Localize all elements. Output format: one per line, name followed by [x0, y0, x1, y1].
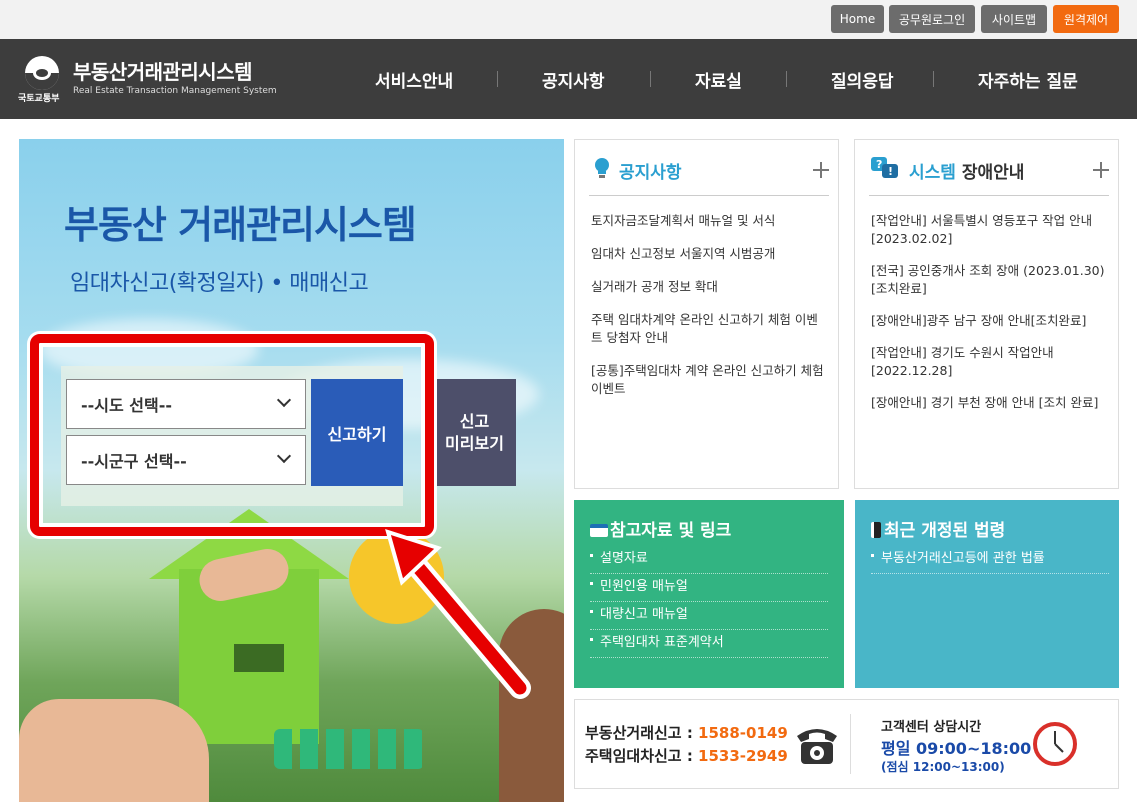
svg-text:?: ?	[876, 158, 882, 171]
site-logo-title[interactable]: 부동산거래관리시스템	[73, 56, 253, 85]
references-list: 설명자료 민원인용 매뉴얼 대량신고 매뉴얼 주택임대차 표준계약서	[590, 546, 828, 658]
house-window-illustration	[234, 644, 284, 672]
hours-lunch: (점심 12:00~13:00)	[881, 760, 1005, 774]
outage-title-blue: 시스템	[909, 163, 956, 183]
nav-separator	[933, 71, 934, 87]
nav-separator	[786, 71, 787, 87]
contact-panel: 부동산거래신고 : 1588-0149 주택임대차신고 : 1533-2949 …	[574, 699, 1119, 789]
reference-link[interactable]: 주택임대차 표준계약서	[590, 630, 828, 658]
paper-people-chain-illustration	[274, 729, 424, 769]
plus-icon[interactable]	[813, 162, 829, 178]
hero-subtitle: 임대차신고(확정일자) • 매매신고	[70, 271, 369, 296]
notice-item[interactable]: 실거래가 공개 정보 확대	[591, 278, 829, 296]
hero-title: 부동산 거래관리시스템	[64, 203, 417, 247]
nav-faq[interactable]: 자주하는 질문	[978, 67, 1078, 92]
nav-resources[interactable]: 자료실	[695, 67, 742, 92]
preview-label-line1: 신고	[459, 411, 490, 431]
notice-item[interactable]: [공통]주택임대차 계약 온라인 신고하기 체험 이벤트	[591, 362, 829, 398]
nav-notices[interactable]: 공지사항	[542, 67, 605, 92]
revised-laws-box: 최근 개정된 법령 부동산거래신고등에 관한 법률	[855, 500, 1119, 688]
nav-separator	[650, 71, 651, 87]
contact-divider	[850, 714, 851, 774]
outage-list: [작업안내] 서울특별시 영등포구 작업 안내 [2023.02.02] [전국…	[871, 212, 1109, 426]
outage-title-dark: 장애안내	[961, 163, 1025, 183]
remote-control-button[interactable]: 원격제어	[1053, 5, 1119, 33]
card-icon	[590, 524, 608, 537]
outage-panel-header: ? ! 시스템 장애안내	[869, 140, 1109, 196]
hours-weekday: 평일 09:00~18:00	[881, 739, 1032, 758]
official-login-button[interactable]: 공무원로그인	[889, 5, 975, 33]
preview-label-line2: 미리보기	[445, 433, 504, 453]
nav-service-info[interactable]: 서비스안내	[375, 67, 453, 92]
transaction-phone-number[interactable]: 1588-0149	[698, 724, 788, 742]
outage-panel-title[interactable]: 시스템 장애안내	[909, 158, 1024, 183]
notice-item[interactable]: 주택 임대차계약 온라인 신고하기 체험 이벤트 당첨자 안내	[591, 311, 829, 347]
red-arrow-annotation	[385, 528, 531, 699]
notice-panel: 공지사항 토지자금조달계획서 매뉴얼 및 서식 임대차 신고정보 서울지역 시범…	[574, 139, 839, 489]
outage-item[interactable]: [작업안내] 경기도 수원시 작업안내 [2022.12.28]	[871, 344, 1109, 380]
contact-line-transaction: 부동산거래신고 : 1588-0149	[585, 724, 788, 742]
notice-item[interactable]: 토지자금조달계획서 매뉴얼 및 서식	[591, 212, 829, 230]
references-title: 참고자료 및 링크	[590, 516, 731, 541]
sitemap-button[interactable]: 사이트맵	[981, 5, 1047, 33]
outage-item[interactable]: [전국] 공인중개사 조회 장애 (2023.01.30)[조치완료]	[871, 262, 1109, 298]
laws-title: 최근 개정된 법령	[871, 516, 1005, 541]
site-logo-subtitle: Real Estate Transaction Management Syste…	[73, 86, 277, 96]
red-highlight-box	[30, 334, 434, 536]
nav-separator	[497, 71, 498, 87]
system-outage-panel: ? ! 시스템 장애안내 [작업안내] 서울특별시 영등포구 작업 안내 [20…	[854, 139, 1119, 489]
nav-qna[interactable]: 질의응답	[831, 67, 894, 92]
svg-text:!: !	[888, 165, 893, 178]
question-bubble-icon: ? !	[871, 157, 898, 178]
government-emblem-icon[interactable]	[25, 56, 59, 90]
references-box: 참고자료 및 링크 설명자료 민원인용 매뉴얼 대량신고 매뉴얼 주택임대차 표…	[574, 500, 844, 688]
utility-bar: Home 공무원로그인 사이트맵 원격제어	[0, 0, 1137, 39]
lease-phone-number[interactable]: 1533-2949	[698, 747, 788, 765]
notice-panel-title[interactable]: 공지사항	[619, 158, 682, 183]
outage-item[interactable]: [장애안내]광주 남구 장애 안내[조치완료]	[871, 312, 1109, 330]
clock-icon	[1033, 722, 1077, 766]
notice-panel-header: 공지사항	[589, 140, 829, 196]
report-preview-button[interactable]: 신고 미리보기	[433, 379, 516, 486]
reference-link[interactable]: 민원인용 매뉴얼	[590, 574, 828, 602]
arm-illustration	[19, 699, 209, 802]
lightbulb-icon	[595, 158, 609, 178]
plus-icon[interactable]	[1093, 162, 1109, 178]
contact-line-lease: 주택임대차신고 : 1533-2949	[585, 747, 788, 765]
reference-link[interactable]: 대량신고 매뉴얼	[590, 602, 828, 630]
notice-item[interactable]: 임대차 신고정보 서울지역 시범공개	[591, 245, 829, 263]
reference-link[interactable]: 설명자료	[590, 546, 828, 574]
ministry-name: 국토교통부	[18, 94, 60, 104]
outage-item[interactable]: [장애안내] 경기 부천 장애 안내 [조치 완료]	[871, 394, 1109, 412]
laws-list: 부동산거래신고등에 관한 법률	[871, 546, 1109, 574]
document-icon	[871, 522, 881, 538]
hours-title: 고객센터 상담시간	[881, 720, 982, 735]
notice-list: 토지자금조달계획서 매뉴얼 및 서식 임대차 신고정보 서울지역 시범공개 실거…	[591, 212, 829, 413]
home-button[interactable]: Home	[831, 5, 884, 33]
outage-item[interactable]: [작업안내] 서울특별시 영등포구 작업 안내 [2023.02.02]	[871, 212, 1109, 248]
law-link[interactable]: 부동산거래신고등에 관한 법률	[871, 546, 1109, 574]
telephone-icon	[797, 729, 837, 764]
